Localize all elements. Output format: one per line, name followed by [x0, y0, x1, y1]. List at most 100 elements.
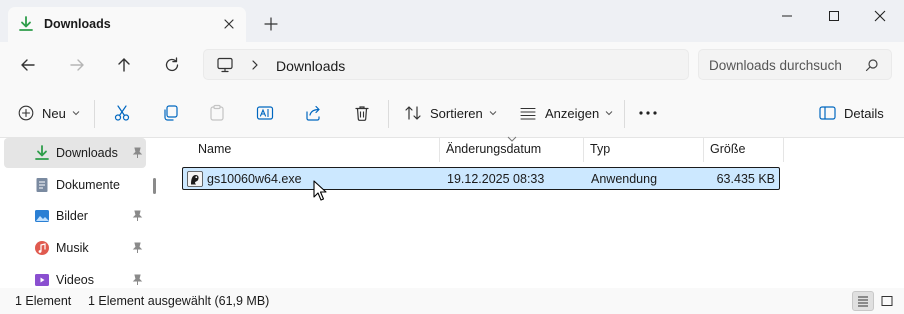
- download-icon: [19, 16, 33, 31]
- navigation-pane: Downloads Dokumente Bilder Musik Videos: [0, 138, 162, 288]
- document-icon: [36, 178, 48, 192]
- rename-button[interactable]: [256, 100, 274, 126]
- copy-button[interactable]: [161, 100, 179, 126]
- selection-info: 1 Element ausgewählt (61,9 MB): [88, 294, 270, 308]
- table-row[interactable]: gs10060w64.exe 19.12.2025 08:33 Anwendun…: [182, 167, 780, 190]
- chevron-right-icon[interactable]: [250, 57, 260, 73]
- sidebar-item-label: Videos: [56, 273, 94, 287]
- view-list-icon: [520, 107, 536, 120]
- chevron-down-icon: [605, 111, 613, 116]
- more-options-button[interactable]: [638, 100, 658, 126]
- sidebar-item-label: Musik: [56, 241, 89, 255]
- close-tab-icon[interactable]: [220, 15, 238, 33]
- sidebar-item-label: Bilder: [56, 209, 88, 223]
- column-divider[interactable]: [783, 138, 784, 162]
- column-header-size[interactable]: Größe: [704, 138, 783, 162]
- pin-icon: [132, 274, 143, 285]
- details-view-button[interactable]: [852, 291, 874, 311]
- toolbar-divider: [624, 100, 625, 128]
- pin-icon: [132, 147, 143, 158]
- chevron-down-icon: [489, 111, 497, 116]
- sidebar-item-downloads[interactable]: Downloads: [4, 138, 146, 168]
- status-bar: 1 Element 1 Element ausgewählt (61,9 MB): [0, 288, 904, 314]
- column-header-name[interactable]: Name: [192, 138, 439, 162]
- content-area: Downloads Dokumente Bilder Musik Videos …: [0, 136, 904, 288]
- sidebar-item-documents[interactable]: Dokumente: [4, 170, 146, 200]
- command-bar: Neu Sortieren Anzeigen Details: [0, 88, 904, 138]
- toolbar-divider: [388, 100, 389, 128]
- music-icon: [35, 241, 49, 255]
- title-bar: Downloads: [0, 0, 904, 42]
- sort-label: Sortieren: [430, 105, 483, 121]
- file-name: gs10060w64.exe: [207, 172, 302, 186]
- sort-button[interactable]: Sortieren: [404, 100, 497, 126]
- search-input[interactable]: [709, 56, 859, 74]
- image-icon: [35, 210, 49, 222]
- minimize-button[interactable]: [764, 0, 810, 32]
- video-icon: [35, 274, 49, 286]
- clipboard-icon: [210, 104, 224, 121]
- sidebar-item-label: Dokumente: [56, 178, 120, 192]
- file-date: 19.12.2025 08:33: [447, 172, 545, 186]
- share-icon: [306, 105, 320, 121]
- close-window-button[interactable]: [857, 0, 903, 32]
- column-header-type[interactable]: Typ: [584, 138, 703, 162]
- refresh-icon[interactable]: [161, 54, 183, 76]
- pin-icon: [132, 210, 143, 221]
- item-count: 1 Element: [15, 294, 72, 308]
- sort-icon: [405, 106, 421, 120]
- details-view-icon: [858, 296, 868, 307]
- trash-icon: [355, 106, 369, 121]
- up-arrow-icon[interactable]: [113, 54, 135, 76]
- new-label: Neu: [42, 105, 66, 121]
- download-icon: [35, 145, 49, 160]
- view-button[interactable]: Anzeigen: [519, 100, 613, 126]
- search-box[interactable]: [698, 49, 892, 80]
- maximize-button[interactable]: [811, 0, 857, 32]
- file-size: 63.435 KB: [716, 172, 775, 186]
- new-button[interactable]: Neu: [18, 100, 80, 126]
- tiles-view-icon: [881, 296, 893, 306]
- chevron-down-icon: [72, 111, 80, 116]
- toolbar-divider: [94, 100, 95, 128]
- breadcrumb-downloads[interactable]: Downloads: [276, 58, 345, 74]
- add-circle-icon: [18, 105, 34, 121]
- ghostscript-app-icon: [187, 171, 203, 187]
- paste-button[interactable]: [208, 100, 226, 126]
- computer-icon[interactable]: [216, 57, 234, 73]
- sidebar-item-label: Downloads: [56, 146, 118, 160]
- scissors-icon: [114, 105, 130, 121]
- column-header-label: Änderungsdatum: [446, 142, 542, 156]
- file-type: Anwendung: [591, 172, 658, 186]
- column-header-label: Typ: [590, 142, 611, 156]
- path-box[interactable]: Downloads: [203, 49, 689, 80]
- forward-arrow-icon[interactable]: [66, 54, 88, 76]
- tab-downloads[interactable]: Downloads: [8, 7, 246, 42]
- search-icon[interactable]: [865, 58, 879, 72]
- mouse-cursor-icon: [313, 180, 327, 201]
- new-tab-icon[interactable]: [262, 15, 280, 33]
- tiles-view-button[interactable]: [876, 291, 898, 311]
- view-label: Anzeigen: [545, 105, 600, 121]
- sidebar-item-pictures[interactable]: Bilder: [4, 201, 146, 231]
- delete-button[interactable]: [353, 100, 371, 126]
- maximize-icon: [829, 11, 839, 21]
- column-header-label: Name: [198, 142, 232, 156]
- back-arrow-icon[interactable]: [17, 54, 39, 76]
- cut-button[interactable]: [113, 100, 131, 126]
- pin-icon: [132, 242, 143, 253]
- column-header-date[interactable]: Änderungsdatum: [440, 138, 583, 162]
- copy-icon: [164, 105, 178, 121]
- share-button[interactable]: [304, 100, 322, 126]
- address-bar: Downloads: [0, 42, 904, 88]
- close-icon: [874, 10, 886, 22]
- details-label: Details: [844, 105, 884, 121]
- rename-icon: [256, 106, 274, 120]
- sidebar-scrollbar[interactable]: [153, 178, 156, 194]
- file-list: Name Änderungsdatum Typ Größe gs10060w64…: [180, 136, 904, 288]
- details-pane-icon: [819, 106, 836, 120]
- tab-title: Downloads: [44, 17, 111, 31]
- sidebar-item-music[interactable]: Musik: [4, 233, 146, 263]
- minimize-icon: [782, 15, 792, 17]
- details-pane-button[interactable]: Details: [819, 100, 884, 126]
